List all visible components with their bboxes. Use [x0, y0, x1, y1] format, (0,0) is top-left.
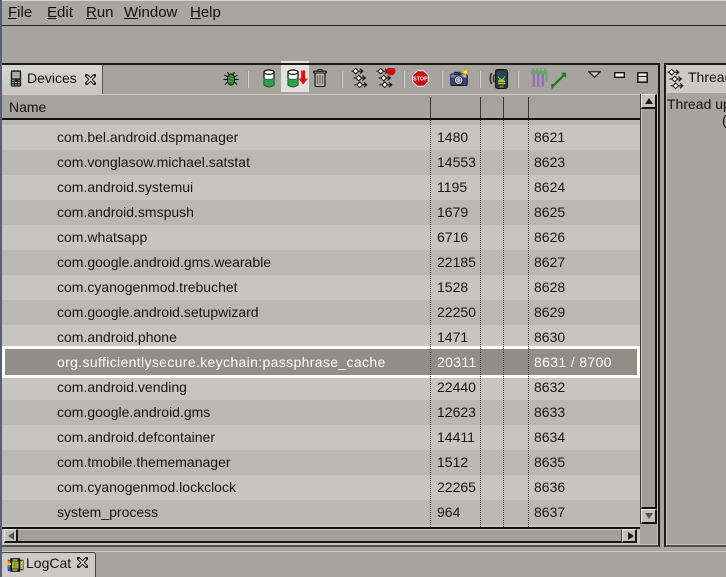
- svg-text:STOP: STOP: [413, 77, 428, 83]
